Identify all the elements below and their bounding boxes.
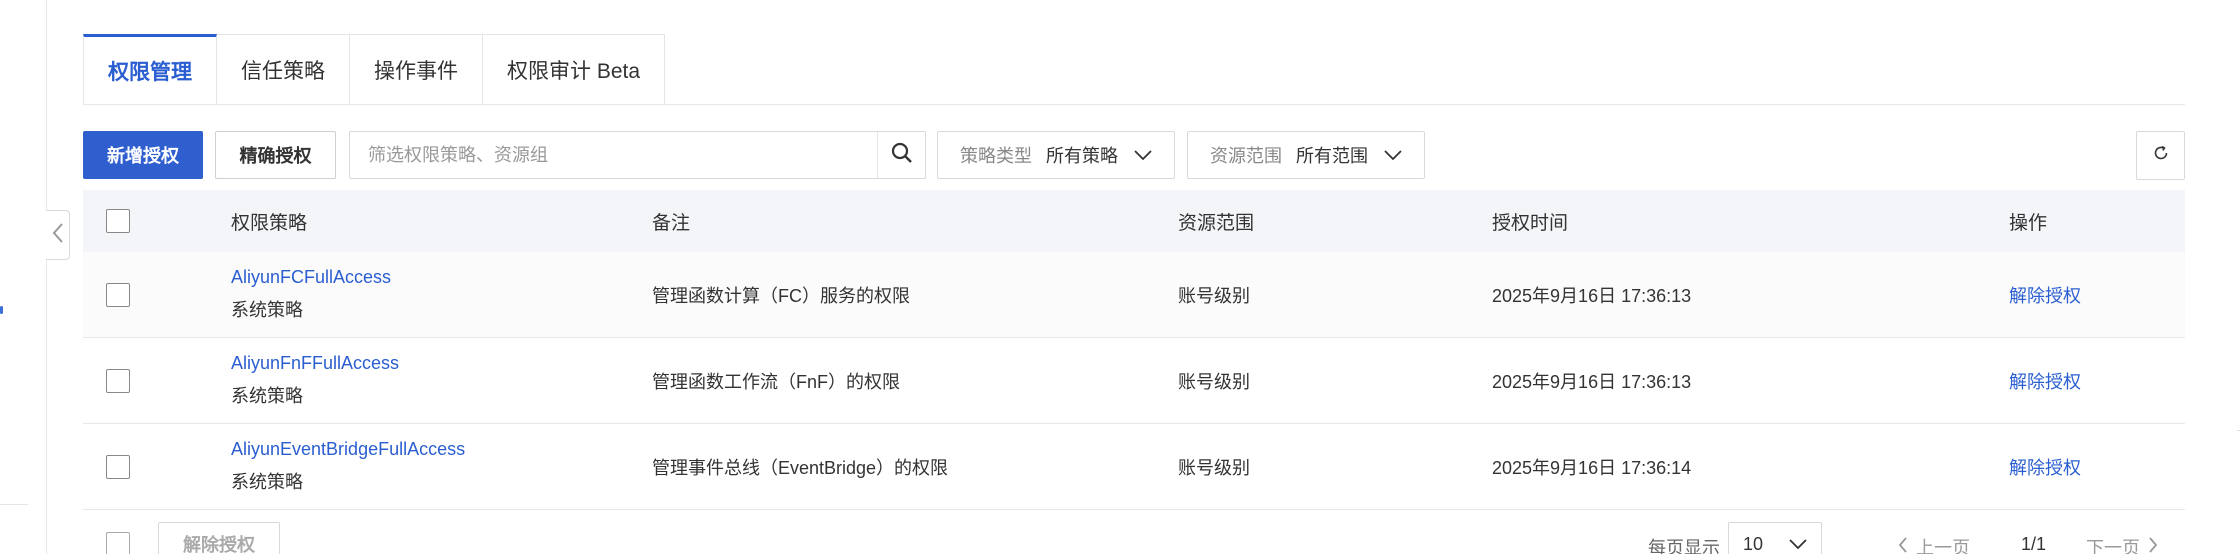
policy-type-text: 系统策略: [231, 472, 303, 492]
tab-trust-policy[interactable]: 信任策略: [217, 34, 350, 105]
tab-operation-events[interactable]: 操作事件: [350, 34, 483, 105]
refresh-button[interactable]: [2136, 131, 2185, 180]
policy-type-label: 策略类型: [960, 146, 1032, 166]
policy-cell: AliyunFCFullAccess 系统策略: [231, 267, 391, 322]
prev-page-button[interactable]: 上一页: [1898, 534, 1970, 554]
chevron-left-icon: [1898, 536, 1908, 554]
per-page-select[interactable]: 10: [1728, 522, 1822, 554]
next-page-label: 下一页: [2086, 538, 2140, 554]
scope-cell: 账号级别: [1178, 371, 1250, 392]
resource-scope-select[interactable]: 资源范围 所有范围: [1187, 131, 1425, 179]
left-navigation-strip: [0, 0, 47, 554]
policy-cell: AliyunFnFFullAccess 系统策略: [231, 353, 399, 408]
nav-indicator: [0, 306, 3, 314]
note-cell: 管理函数计算（FC）服务的权限: [652, 285, 910, 306]
next-page-button[interactable]: 下一页: [2086, 534, 2158, 554]
table-row: AliyunFnFFullAccess 系统策略 管理函数工作流（FnF）的权限…: [83, 338, 2185, 424]
search-icon: [891, 142, 913, 169]
table-row: AliyunEventBridgeFullAccess 系统策略 管理事件总线（…: [83, 424, 2185, 510]
revoke-link[interactable]: 解除授权: [2009, 368, 2081, 394]
bulk-revoke-button[interactable]: 解除授权: [158, 522, 280, 554]
policy-type-select[interactable]: 策略类型 所有策略: [937, 131, 1175, 179]
refresh-icon: [2152, 144, 2170, 167]
prev-page-label: 上一页: [1916, 538, 1970, 554]
header-time: 授权时间: [1492, 212, 1569, 234]
tab-permission-management[interactable]: 权限管理: [83, 34, 217, 105]
chevron-right-icon: [2148, 536, 2158, 554]
chevron-down-icon: [1789, 538, 1807, 550]
policy-cell: AliyunEventBridgeFullAccess 系统策略: [231, 439, 465, 494]
scope-cell: 账号级别: [1178, 457, 1250, 478]
page-count: 1/1: [2021, 534, 2047, 554]
time-cell: 2025年9月16日 17:36:14: [1492, 457, 1692, 478]
page: 权限管理 信任策略 操作事件 权限审计 Beta 新增授权 精确授权 策略类型 …: [0, 0, 2240, 554]
sidebar-collapse-button[interactable]: [46, 210, 70, 260]
row-checkbox[interactable]: [106, 368, 130, 393]
header-note: 备注: [652, 212, 691, 234]
policy-type-text: 系统策略: [231, 300, 303, 320]
row-checkbox[interactable]: [106, 454, 130, 479]
chevron-left-icon: [52, 222, 64, 249]
policy-name-link[interactable]: AliyunFCFullAccess: [231, 267, 391, 288]
policy-name-link[interactable]: AliyunEventBridgeFullAccess: [231, 439, 465, 460]
select-all-checkbox[interactable]: [106, 209, 130, 233]
chevron-down-icon: [1384, 149, 1402, 161]
tab-bar: 权限管理 信任策略 操作事件 权限审计 Beta: [83, 34, 666, 105]
note-cell: 管理函数工作流（FnF）的权限: [652, 371, 900, 392]
header-policy: 权限策略: [231, 212, 308, 234]
search-input[interactable]: [350, 132, 877, 178]
policy-type-text: 系统策略: [231, 386, 303, 406]
search-button[interactable]: [877, 132, 925, 178]
policy-type-value: 所有策略: [1046, 146, 1118, 166]
tabs-divider: [83, 104, 2185, 105]
add-authorization-button[interactable]: 新增授权: [83, 131, 203, 179]
tab-permission-audit[interactable]: 权限审计 Beta: [483, 34, 666, 105]
header-scope: 资源范围: [1178, 212, 1255, 234]
row-checkbox[interactable]: [106, 282, 130, 307]
precise-authorization-button[interactable]: 精确授权: [215, 131, 336, 179]
time-cell: 2025年9月16日 17:36:13: [1492, 371, 1692, 392]
resource-scope-label: 资源范围: [1210, 146, 1282, 166]
resource-scope-value: 所有范围: [1296, 146, 1368, 166]
search-box: [349, 131, 926, 179]
header-operation: 操作: [2009, 212, 2048, 234]
per-page-value: 10: [1743, 533, 1764, 554]
chevron-down-icon: [1134, 149, 1152, 161]
table-header: 权限策略 备注 资源范围 授权时间 操作: [83, 190, 2185, 252]
revoke-link[interactable]: 解除授权: [2009, 454, 2081, 480]
permission-table: 权限策略 备注 资源范围 授权时间 操作 AliyunFCFullAccess …: [83, 190, 2185, 510]
revoke-link[interactable]: 解除授权: [2009, 282, 2081, 308]
per-page-label: 每页显示: [1648, 538, 1720, 554]
time-cell: 2025年9月16日 17:36:13: [1492, 285, 1692, 306]
nav-divider: [0, 504, 28, 505]
footer-select-all-checkbox[interactable]: [106, 532, 130, 554]
table-row: AliyunFCFullAccess 系统策略 管理函数计算（FC）服务的权限 …: [83, 252, 2185, 338]
note-cell: 管理事件总线（EventBridge）的权限: [652, 457, 949, 478]
policy-name-link[interactable]: AliyunFnFFullAccess: [231, 353, 399, 374]
scope-cell: 账号级别: [1178, 285, 1250, 306]
